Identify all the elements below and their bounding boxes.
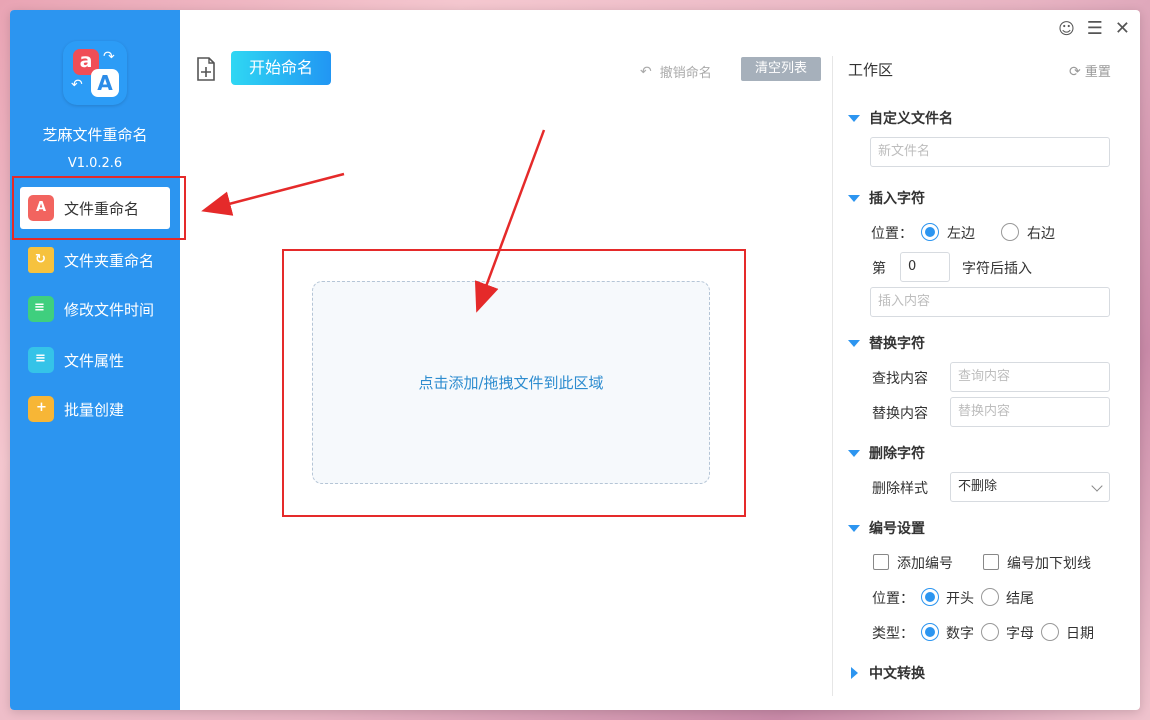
number-type-label: 类型：: [872, 626, 914, 642]
add-number-checkbox[interactable]: [873, 554, 889, 570]
titlebar-controls: ☺ ☰ ✕: [1058, 18, 1130, 39]
number-end-radio[interactable]: [981, 588, 999, 606]
caret-right-icon: [851, 667, 858, 679]
add-file-icon[interactable]: [196, 57, 216, 81]
highlight-box-nav: [12, 176, 186, 240]
insert-content-input[interactable]: 插入内容: [870, 287, 1110, 317]
dropzone-text: 点击添加/拖拽文件到此区域: [418, 374, 604, 392]
insert-right-radio[interactable]: [1001, 223, 1019, 241]
add-number-label: 添加编号: [897, 556, 953, 572]
number-end-label: 结尾: [1006, 591, 1034, 607]
reset-label: 重置: [1084, 65, 1111, 80]
section-title: 替换字符: [869, 336, 925, 352]
number-position-label: 位置：: [872, 591, 914, 607]
batch-create-icon: +: [28, 396, 54, 422]
replace-input[interactable]: 替换内容: [950, 397, 1110, 427]
folder-rename-icon: ↻: [28, 247, 54, 273]
app-name: 芝麻文件重命名: [42, 126, 148, 144]
delete-style-value: 不删除: [958, 479, 998, 494]
new-filename-input[interactable]: 新文件名: [870, 137, 1110, 167]
sidebar-item-edit-time[interactable]: ≡ 修改文件时间: [20, 288, 170, 330]
edit-time-icon: ≡: [28, 296, 54, 322]
caret-down-icon: [848, 114, 860, 122]
number-start-radio[interactable]: [921, 588, 939, 606]
undo-label: 撤销命名: [659, 66, 712, 81]
caret-down-icon: [848, 524, 860, 532]
panel-divider: [832, 56, 833, 696]
reset-button[interactable]: ⟳ 重置: [1069, 61, 1111, 80]
sidebar-item-label: 修改文件时间: [64, 300, 155, 319]
app-logo-icon: a ↷ ↶ A: [63, 41, 127, 105]
section-chinese-convert[interactable]: 中文转换: [848, 663, 925, 683]
insert-after-label: 字符后插入: [962, 261, 1032, 277]
caret-down-icon: [848, 194, 860, 202]
user-avatar-icon[interactable]: ☺: [1058, 19, 1075, 38]
file-dropzone[interactable]: 点击添加/拖拽文件到此区域: [312, 281, 710, 484]
insert-left-radio[interactable]: [921, 223, 939, 241]
sidebar-item-label: 批量创建: [64, 400, 125, 419]
menu-icon[interactable]: ☰: [1087, 18, 1103, 39]
type-digit-radio[interactable]: [921, 623, 939, 641]
insert-position-label: 位置：: [871, 226, 913, 242]
section-insert[interactable]: 插入字符: [848, 188, 925, 208]
workspace-title: 工作区: [848, 61, 894, 79]
underline-checkbox[interactable]: [983, 554, 999, 570]
arrow-to-nav: [201, 172, 345, 216]
app-window: a ↷ ↶ A 芝麻文件重命名 V1.0.2.6 A 文件重命名 ↻ 文件夹重命…: [10, 10, 1140, 710]
undo-icon: ↶: [640, 63, 652, 80]
type-letter-label: 字母: [1006, 626, 1034, 642]
caret-down-icon: [848, 339, 860, 347]
sidebar-item-folder-rename[interactable]: ↻ 文件夹重命名: [20, 239, 170, 281]
close-icon[interactable]: ✕: [1115, 18, 1130, 39]
section-custom-name[interactable]: 自定义文件名: [848, 108, 953, 128]
replace-label: 替换内容: [872, 406, 928, 422]
insert-position-input[interactable]: 0: [900, 252, 950, 282]
section-replace[interactable]: 替换字符: [848, 333, 925, 353]
insert-nth-label: 第: [872, 261, 886, 277]
section-delete[interactable]: 删除字符: [848, 443, 925, 463]
number-start-label: 开头: [946, 591, 974, 607]
caret-down-icon: [848, 449, 860, 457]
sidebar-item-label: 文件夹重命名: [64, 251, 155, 270]
refresh-icon: ⟳: [1069, 64, 1081, 80]
section-title: 编号设置: [869, 521, 925, 537]
section-numbering[interactable]: 编号设置: [848, 518, 925, 538]
undo-rename-button[interactable]: ↶ 撤销命名: [640, 62, 712, 82]
type-digit-label: 数字: [946, 626, 974, 642]
start-rename-button[interactable]: 开始命名: [231, 51, 331, 85]
type-date-label: 日期: [1066, 626, 1094, 642]
section-title: 插入字符: [869, 191, 925, 207]
insert-right-label: 右边: [1027, 226, 1055, 242]
delete-style-select[interactable]: 不删除: [950, 472, 1110, 502]
clear-list-button[interactable]: 清空列表: [741, 57, 821, 81]
sidebar-item-label: 文件属性: [64, 351, 125, 370]
file-properties-icon: ≡: [28, 347, 54, 373]
find-input[interactable]: 查询内容: [950, 362, 1110, 392]
find-label: 查找内容: [872, 371, 928, 387]
app-version: V1.0.2.6: [67, 156, 123, 171]
section-title: 自定义文件名: [869, 111, 953, 127]
underline-label: 编号加下划线: [1007, 556, 1091, 572]
chevron-down-icon: [1091, 480, 1103, 492]
sidebar: a ↷ ↶ A 芝麻文件重命名 V1.0.2.6 A 文件重命名 ↻ 文件夹重命…: [10, 10, 180, 710]
sidebar-item-batch-create[interactable]: + 批量创建: [20, 388, 170, 430]
type-date-radio[interactable]: [1041, 623, 1059, 641]
delete-style-label: 删除样式: [872, 481, 928, 497]
section-title: 中文转换: [869, 666, 925, 682]
type-letter-radio[interactable]: [981, 623, 999, 641]
sidebar-item-file-properties[interactable]: ≡ 文件属性: [20, 339, 170, 381]
section-title: 删除字符: [869, 446, 925, 462]
insert-left-label: 左边: [947, 226, 975, 242]
